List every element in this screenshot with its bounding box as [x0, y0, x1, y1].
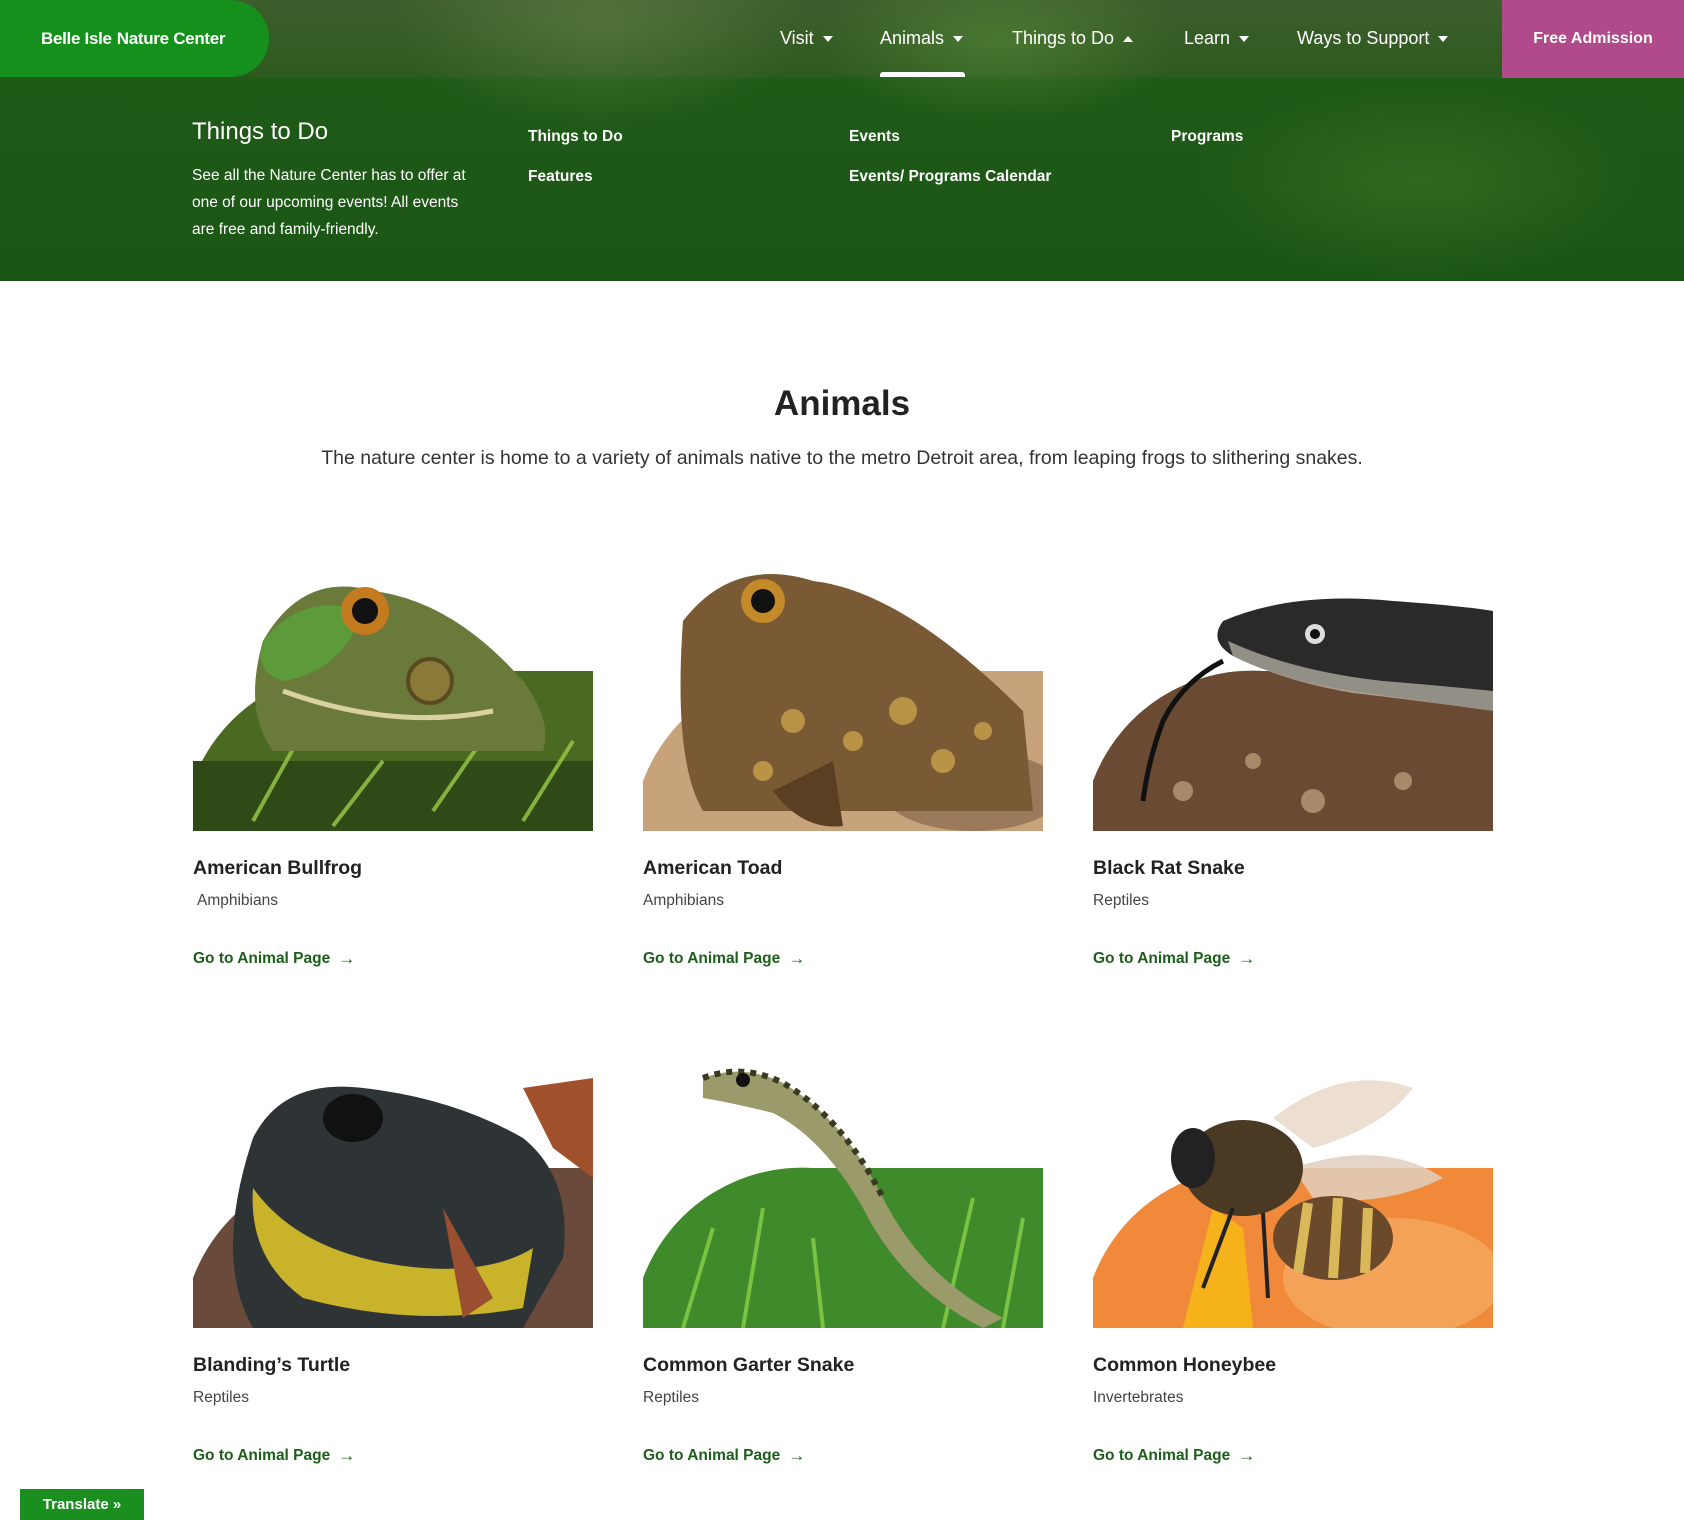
arrow-right-icon: →	[788, 949, 806, 968]
mega-link-features[interactable]: Features	[528, 168, 593, 186]
link-label: Go to Animal Page	[193, 950, 331, 967]
animal-card: Common Honeybee Invertebrates Go to Anim…	[1093, 1058, 1493, 1465]
link-label: Go to Animal Page	[643, 1447, 781, 1464]
garter-snake-photo[interactable]	[643, 1058, 1043, 1328]
animal-name: Blanding’s Turtle	[193, 1354, 351, 1376]
nav-item-learn[interactable]: Learn	[1184, 0, 1250, 77]
go-to-animal-page-link[interactable]: Go to Animal Page →	[193, 1446, 355, 1466]
page-title: Animals	[773, 384, 911, 423]
animal-name: American Bullfrog	[193, 857, 363, 879]
link-label: Go to Animal Page	[643, 950, 781, 967]
turtle-photo[interactable]	[193, 1058, 593, 1328]
mega-link-programs[interactable]: Programs	[1171, 128, 1243, 146]
top-navigation-bar: Belle Isle Nature Center Visit Animals T…	[0, 0, 1684, 78]
site-logo[interactable]: Belle Isle Nature Center	[0, 0, 269, 77]
nav-label: Animals	[880, 28, 945, 48]
go-to-animal-page-link[interactable]: Go to Animal Page →	[1093, 949, 1255, 969]
mega-menu-description: See all the Nature Center has to offer a…	[192, 167, 466, 238]
animal-card: American Bullfrog Amphibians Go to Anima…	[193, 561, 593, 968]
animal-category: Amphibians	[197, 892, 278, 909]
chevron-down-icon	[1438, 35, 1449, 42]
nav-label: Things to Do	[1012, 28, 1115, 48]
arrow-right-icon: →	[338, 1446, 356, 1465]
arrow-right-icon: →	[1238, 1446, 1256, 1465]
logo-text-bold: Nature Center	[116, 28, 226, 48]
active-nav-indicator	[880, 72, 965, 77]
arrow-right-icon: →	[788, 1446, 806, 1465]
arrow-right-icon: →	[338, 949, 356, 968]
nav-item-ways-to-support[interactable]: Ways to Support	[1297, 0, 1449, 77]
nav-item-things-to-do[interactable]: Things to Do	[1012, 0, 1134, 77]
animal-category: Reptiles	[193, 1389, 249, 1406]
animal-name: Common Honeybee	[1093, 1354, 1277, 1376]
nav-label: Learn	[1184, 28, 1231, 48]
go-to-animal-page-link[interactable]: Go to Animal Page →	[193, 949, 355, 969]
mega-link-events-calendar[interactable]: Events/ Programs Calendar	[849, 168, 1051, 186]
chevron-up-icon	[1123, 35, 1134, 42]
animal-name: Black Rat Snake	[1093, 857, 1245, 879]
free-admission-button[interactable]: Free Admission	[1502, 0, 1684, 78]
chevron-down-icon	[822, 35, 833, 42]
link-label: Go to Animal Page	[193, 1447, 331, 1464]
nav-item-visit[interactable]: Visit	[780, 0, 833, 77]
chevron-down-icon	[1239, 35, 1250, 42]
page-intro: The nature center is home to a variety o…	[321, 447, 1363, 469]
animal-card: Blanding’s Turtle Reptiles Go to Animal …	[193, 1058, 593, 1465]
animal-name: American Toad	[643, 857, 783, 879]
mega-link-things-to-do[interactable]: Things to Do	[528, 128, 623, 146]
animal-category: Reptiles	[643, 1389, 699, 1406]
nav-label: Ways to Support	[1297, 28, 1430, 48]
mega-link-events[interactable]: Events	[849, 128, 900, 146]
mega-menu-title: Things to Do	[192, 118, 329, 145]
nav-label: Visit	[780, 28, 814, 48]
bullfrog-photo[interactable]	[193, 561, 593, 831]
animal-card: Common Garter Snake Reptiles Go to Anima…	[643, 1058, 1043, 1465]
honeybee-photo[interactable]	[1093, 1058, 1493, 1328]
toad-photo[interactable]	[643, 561, 1043, 831]
go-to-animal-page-link[interactable]: Go to Animal Page →	[643, 949, 805, 969]
logo-text-light: Belle Isle	[41, 28, 112, 48]
chevron-down-icon	[953, 35, 964, 42]
rat-snake-photo[interactable]	[1093, 561, 1493, 831]
nav-item-animals[interactable]: Animals	[880, 0, 964, 77]
translate-button[interactable]: Translate »	[20, 1489, 144, 1520]
arrow-right-icon: →	[1238, 949, 1256, 968]
animal-name: Common Garter Snake	[643, 1354, 855, 1376]
animal-category: Invertebrates	[1093, 1389, 1184, 1406]
animal-category: Amphibians	[643, 892, 724, 909]
animal-category: Reptiles	[1093, 892, 1149, 909]
animal-card: American Toad Amphibians Go to Animal Pa…	[643, 561, 1043, 968]
animal-card: Black Rat Snake Reptiles Go to Animal Pa…	[1093, 561, 1493, 968]
go-to-animal-page-link[interactable]: Go to Animal Page →	[1093, 1446, 1255, 1466]
site-header: Belle Isle Nature Center Visit Animals T…	[0, 0, 1684, 281]
go-to-animal-page-link[interactable]: Go to Animal Page →	[643, 1446, 805, 1466]
link-label: Go to Animal Page	[1093, 1447, 1231, 1464]
link-label: Go to Animal Page	[1093, 950, 1231, 967]
